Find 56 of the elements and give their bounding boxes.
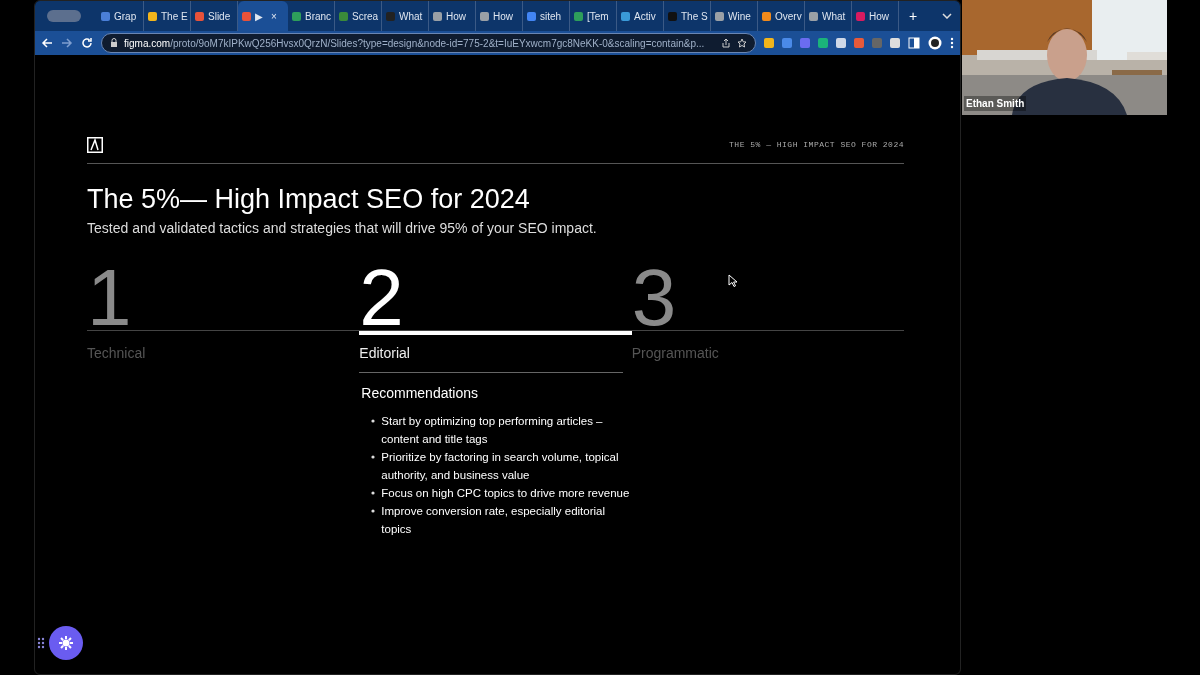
tab-title: How bbox=[493, 9, 513, 24]
tab-title: Grap bbox=[114, 9, 137, 24]
tab-title: The E bbox=[161, 9, 188, 24]
tab-title: [Tem bbox=[587, 9, 609, 24]
back-icon[interactable] bbox=[41, 37, 53, 49]
bullet-icon bbox=[371, 455, 376, 459]
menu-icon[interactable] bbox=[950, 37, 954, 49]
assistant-button[interactable] bbox=[49, 626, 83, 660]
cursor-icon bbox=[728, 274, 738, 287]
tab-title: siteh bbox=[540, 9, 562, 24]
side-panel-icon[interactable] bbox=[908, 37, 920, 49]
browser-tab[interactable]: ▶ × bbox=[238, 1, 288, 31]
tab-title: Activ bbox=[634, 9, 656, 24]
tab-title: Slide bbox=[208, 9, 231, 24]
step-number: 1 bbox=[87, 265, 132, 331]
participant-name: Ethan Smith bbox=[964, 96, 1027, 111]
share-icon[interactable] bbox=[721, 38, 731, 48]
tab-title: Branc bbox=[305, 9, 332, 24]
address-bar[interactable]: figma.com/proto/9oM7kIPKwQ256Hvsx0QrzN/Slides?type=design&node-id=775-2&t=IuEYxwcm7gc8NeKK-0&scaling=contain&p... bbox=[101, 33, 756, 53]
step-number: 2 bbox=[359, 265, 404, 331]
bullet-text: Improve conversion rate, especially editorial topics bbox=[381, 504, 607, 537]
step-number: 3 bbox=[631, 265, 677, 331]
tab-title: What bbox=[822, 9, 846, 24]
chevron-icon[interactable] bbox=[942, 13, 952, 19]
tab-title: Wine bbox=[728, 9, 751, 24]
step-label: Programmatic bbox=[631, 344, 720, 363]
recommendations-heading: Recommendations bbox=[361, 384, 480, 403]
close-icon[interactable]: × bbox=[271, 8, 277, 24]
bullet-icon bbox=[371, 509, 376, 513]
logo-icon bbox=[87, 137, 103, 153]
slide-title: The 5%— High Impact SEO for 2024 bbox=[87, 183, 531, 216]
bullet-icon bbox=[371, 491, 376, 495]
tab-title: Screa bbox=[352, 9, 379, 24]
tab-title: How bbox=[446, 9, 466, 24]
sun-icon bbox=[58, 635, 74, 651]
slide-header: THE 5% — HIGH IMPACT SEO FOR 2024 bbox=[729, 139, 904, 151]
lock-icon bbox=[110, 38, 118, 48]
tab-title: What bbox=[399, 9, 423, 24]
reload-icon[interactable] bbox=[81, 37, 93, 49]
tab-title: Overv bbox=[775, 9, 802, 24]
tab-title: The S bbox=[681, 9, 708, 24]
profile-icon[interactable] bbox=[928, 36, 942, 50]
bullet-icon bbox=[371, 419, 376, 423]
url-text: figma.com/proto/9oM7kIPKwQ256Hvsx0QrzN/Slides?type=design&node-id=775-2&t=IuEYxwcm7gc8NeKK-0&scaling=contain&p... bbox=[124, 36, 705, 51]
bullet-text: Start by optimizing top performing articles – content and title tags bbox=[381, 414, 604, 447]
bullet-text: Focus on high CPC topics to drive more revenue bbox=[381, 486, 630, 501]
drag-handle-icon[interactable] bbox=[37, 637, 45, 649]
tab-title: ▶ bbox=[255, 9, 263, 24]
step-label: Editorial bbox=[359, 343, 624, 373]
tab-title: How bbox=[869, 9, 889, 24]
slide-subtitle: Tested and validated tactics and strategies that will drive 95% of your SEO impact. bbox=[87, 219, 598, 238]
star-icon[interactable] bbox=[737, 38, 747, 48]
new-tab-button[interactable]: + bbox=[909, 5, 918, 27]
bullet-text: Prioritize by factoring in search volume, topical authority, and business value bbox=[381, 450, 620, 483]
step-label: Technical bbox=[87, 344, 147, 363]
forward-icon[interactable] bbox=[61, 37, 73, 49]
